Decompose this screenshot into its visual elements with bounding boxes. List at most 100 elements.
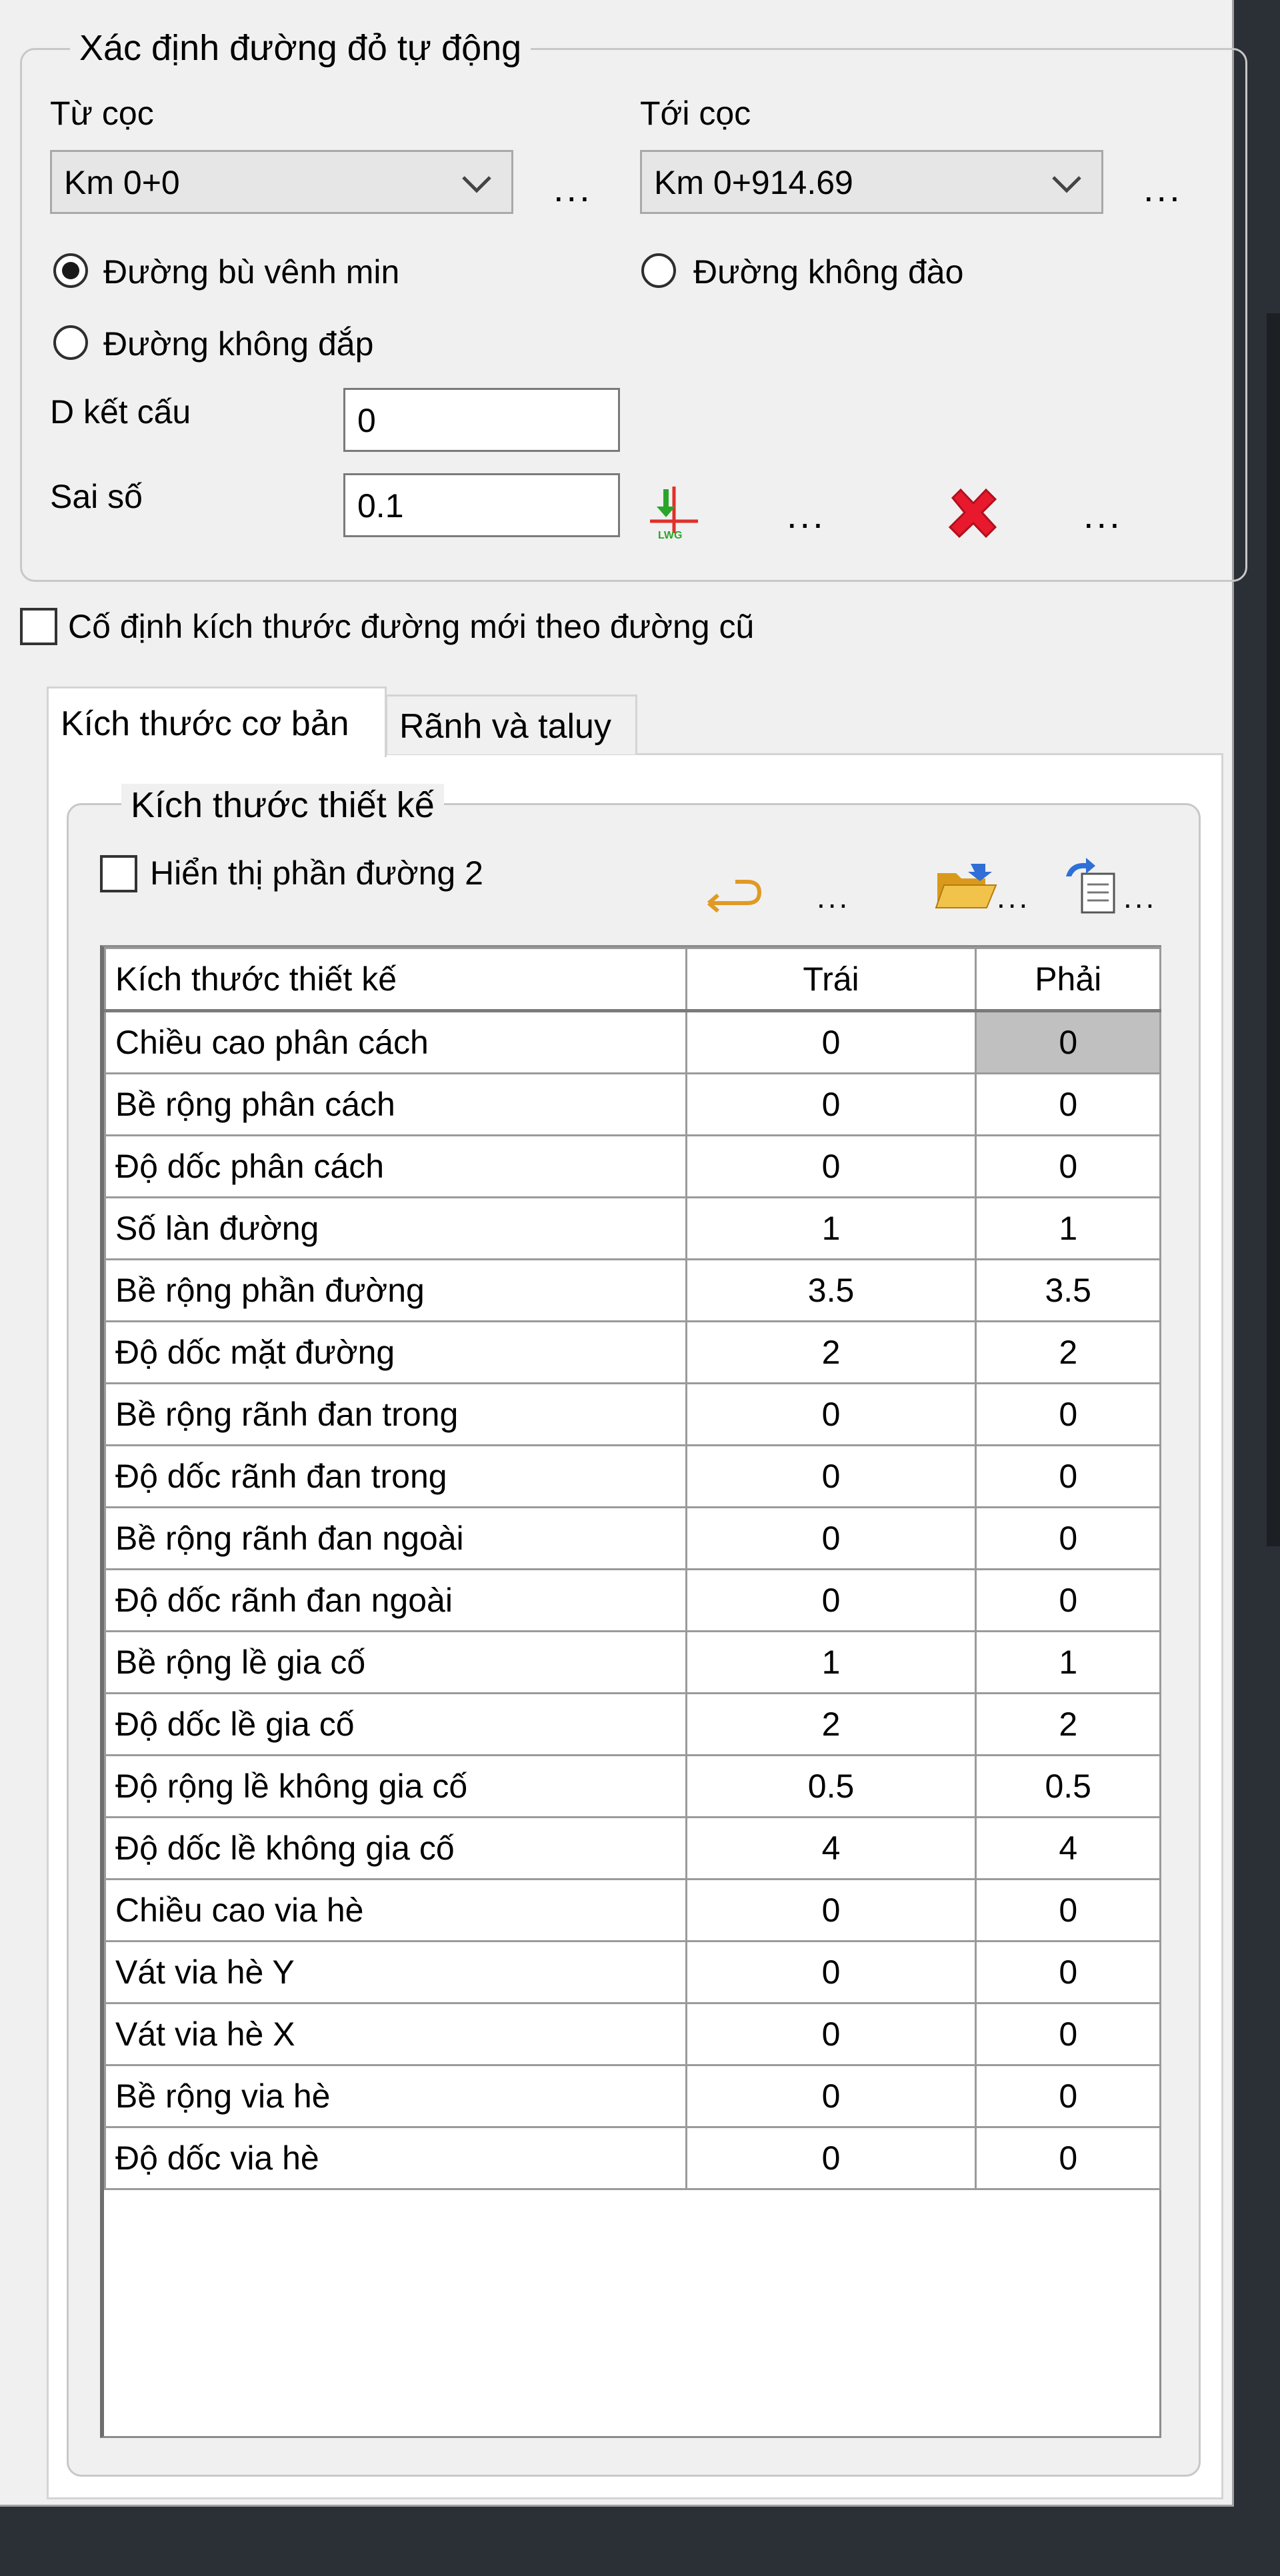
cell-left[interactable]: 0 bbox=[685, 1878, 977, 1942]
design-size-table: Kích thước thiết kế Trái Phải Chiều cao … bbox=[104, 947, 1161, 2190]
column-header-left[interactable]: Trái bbox=[685, 947, 977, 1012]
cell-right[interactable]: 2 bbox=[975, 1320, 1161, 1384]
fix-size-checkbox[interactable] bbox=[20, 608, 57, 645]
table-row[interactable]: Độ dốc lề không gia cố 4 4 bbox=[104, 1816, 1161, 1880]
cell-right[interactable]: 4 bbox=[975, 1816, 1161, 1880]
cell-left[interactable]: 0 bbox=[685, 2064, 977, 2128]
paste-icon[interactable] bbox=[1063, 856, 1123, 916]
from-station-label: Từ cọc bbox=[50, 95, 154, 132]
cell-right[interactable]: 0 bbox=[975, 1010, 1161, 1074]
cell-right[interactable]: 0.5 bbox=[975, 1754, 1161, 1818]
from-station-combo[interactable]: Km 0+0 bbox=[50, 150, 513, 214]
column-header-right[interactable]: Phải bbox=[975, 947, 1161, 1012]
cell-right[interactable]: 0 bbox=[975, 2064, 1161, 2128]
cell-left[interactable]: 0 bbox=[685, 2002, 977, 2066]
cell-right[interactable]: 0 bbox=[975, 1444, 1161, 1508]
cell-left[interactable]: 0 bbox=[685, 1072, 977, 1136]
cell-left[interactable]: 2 bbox=[685, 1692, 977, 1756]
cell-right[interactable]: 0 bbox=[975, 1134, 1161, 1198]
table-row[interactable]: Bề rộng via hè 0 0 bbox=[104, 2064, 1161, 2128]
cell-left[interactable]: 0 bbox=[685, 1444, 977, 1508]
tolerance-label: Sai số bbox=[50, 478, 143, 515]
cell-right[interactable]: 0 bbox=[975, 1940, 1161, 2004]
cell-left[interactable]: 0 bbox=[685, 1506, 977, 1570]
cell-right[interactable]: 0 bbox=[975, 2002, 1161, 2066]
cell-right[interactable]: 0 bbox=[975, 1072, 1161, 1136]
cell-right[interactable]: 2 bbox=[975, 1692, 1161, 1756]
cell-left[interactable]: 3.5 bbox=[685, 1258, 977, 1322]
table-row[interactable]: Bề rộng rãnh đan trong 0 0 bbox=[104, 1382, 1161, 1446]
table-row[interactable]: Độ dốc rãnh đan trong 0 0 bbox=[104, 1444, 1161, 1508]
cell-name: Độ rộng lề không gia cố bbox=[104, 1754, 687, 1818]
cell-name: Độ dốc mặt đường bbox=[104, 1320, 687, 1384]
apply-more-button[interactable]: ... bbox=[787, 497, 826, 534]
cell-left[interactable]: 0 bbox=[685, 2126, 977, 2190]
cell-name: Vát via hè X bbox=[104, 2002, 687, 2066]
scrollbar-edge[interactable] bbox=[1267, 313, 1280, 1546]
cell-left[interactable]: 0 bbox=[685, 1940, 977, 2004]
delete-more-button[interactable]: ... bbox=[1083, 497, 1123, 534]
table-row[interactable]: Vát via hè X00 bbox=[104, 2002, 1161, 2066]
undo-more-button[interactable]: ... bbox=[817, 878, 850, 916]
cell-right[interactable]: 0 bbox=[975, 1568, 1161, 1632]
structure-depth-label: D kết cấu bbox=[50, 393, 191, 431]
to-station-more-button[interactable]: ... bbox=[1143, 170, 1183, 207]
cell-right[interactable]: 1 bbox=[975, 1196, 1161, 1260]
cell-right[interactable]: 0 bbox=[975, 1878, 1161, 1942]
open-folder-icon[interactable] bbox=[933, 860, 1000, 913]
table-row[interactable]: Độ dốc phân cách 0 0 bbox=[104, 1134, 1161, 1198]
radio-no-cut[interactable] bbox=[641, 253, 676, 288]
cell-left[interactable]: 0 bbox=[685, 1010, 977, 1074]
cell-left[interactable]: 2 bbox=[685, 1320, 977, 1384]
structure-depth-input[interactable]: 0 bbox=[343, 388, 620, 452]
from-station-more-button[interactable]: ... bbox=[553, 170, 593, 207]
tolerance-value: 0.1 bbox=[357, 487, 404, 525]
radio-min-warp[interactable] bbox=[53, 253, 88, 288]
cell-left[interactable]: 0 bbox=[685, 1134, 977, 1198]
cell-left[interactable]: 1 bbox=[685, 1196, 977, 1260]
cell-right[interactable]: 3.5 bbox=[975, 1258, 1161, 1322]
table-row[interactable]: Bề rộng lề gia cố 1 1 bbox=[104, 1630, 1161, 1694]
column-header-name[interactable]: Kích thước thiết kế bbox=[104, 947, 687, 1012]
cell-right[interactable]: 0 bbox=[975, 1506, 1161, 1570]
cell-left[interactable]: 1 bbox=[685, 1630, 977, 1694]
auto-redline-group-title: Xác định đường đỏ tự động bbox=[70, 27, 531, 69]
table-row[interactable]: Độ dốc lề gia cố 2 2 bbox=[104, 1692, 1161, 1756]
tab-ditch-slope[interactable]: Rãnh và taluy bbox=[385, 694, 637, 754]
table-row[interactable]: Số làn đường 1 1 bbox=[104, 1196, 1161, 1260]
open-more-button[interactable]: ... bbox=[997, 878, 1030, 916]
show-part2-checkbox[interactable] bbox=[100, 855, 137, 892]
cell-left[interactable]: 0 bbox=[685, 1382, 977, 1446]
table-row[interactable]: Độ dốc via hè 0 0 bbox=[104, 2126, 1161, 2190]
table-row[interactable]: Vát via hè Y00 bbox=[104, 1940, 1161, 2004]
apply-lwg-icon[interactable]: LWG bbox=[643, 480, 703, 541]
table-row[interactable]: Chiều cao phân cách 0 0 bbox=[104, 1010, 1161, 1074]
table-row[interactable]: Bề rộng phân cách 0 0 bbox=[104, 1072, 1161, 1136]
delete-x-icon[interactable] bbox=[943, 483, 1003, 543]
table-row[interactable]: Độ dốc rãnh đan ngoài 0 0 bbox=[104, 1568, 1161, 1632]
fix-size-label: Cố định kích thước đường mới theo đường … bbox=[68, 608, 755, 645]
table-row[interactable]: Bề rộng phần đường 3.5 3.5 bbox=[104, 1258, 1161, 1322]
tolerance-input[interactable]: 0.1 bbox=[343, 473, 620, 537]
radio-no-fill-label: Đường không đắp bbox=[103, 325, 374, 363]
cell-name: Vát via hè Y bbox=[104, 1940, 687, 2004]
radio-no-fill[interactable] bbox=[53, 325, 88, 360]
table-row[interactable]: Bề rộng rãnh đan ngoài 0 0 bbox=[104, 1506, 1161, 1570]
cell-left[interactable]: 0.5 bbox=[685, 1754, 977, 1818]
paste-more-button[interactable]: ... bbox=[1123, 878, 1157, 916]
cell-right[interactable]: 0 bbox=[975, 1382, 1161, 1446]
cell-name: Độ dốc rãnh đan ngoài bbox=[104, 1568, 687, 1632]
table-row[interactable]: Độ rộng lề không gia cố 0.5 0.5 bbox=[104, 1754, 1161, 1818]
table-row[interactable]: Độ dốc mặt đường 2 2 bbox=[104, 1320, 1161, 1384]
table-row[interactable]: Chiều cao via hè 0 0 bbox=[104, 1878, 1161, 1942]
cell-name: Chiều cao phân cách bbox=[104, 1010, 687, 1074]
design-size-grid[interactable]: Kích thước thiết kế Trái Phải Chiều cao … bbox=[100, 945, 1161, 2438]
cell-right[interactable]: 0 bbox=[975, 2126, 1161, 2190]
to-station-combo[interactable]: Km 0+914.69 bbox=[640, 150, 1103, 214]
tab-basic-size[interactable]: Kích thước cơ bản bbox=[47, 686, 387, 757]
cell-right[interactable]: 1 bbox=[975, 1630, 1161, 1694]
undo-arrow-icon[interactable] bbox=[703, 870, 763, 916]
cell-left[interactable]: 0 bbox=[685, 1568, 977, 1632]
radio-min-warp-label: Đường bù vênh min bbox=[103, 253, 400, 291]
cell-left[interactable]: 4 bbox=[685, 1816, 977, 1880]
